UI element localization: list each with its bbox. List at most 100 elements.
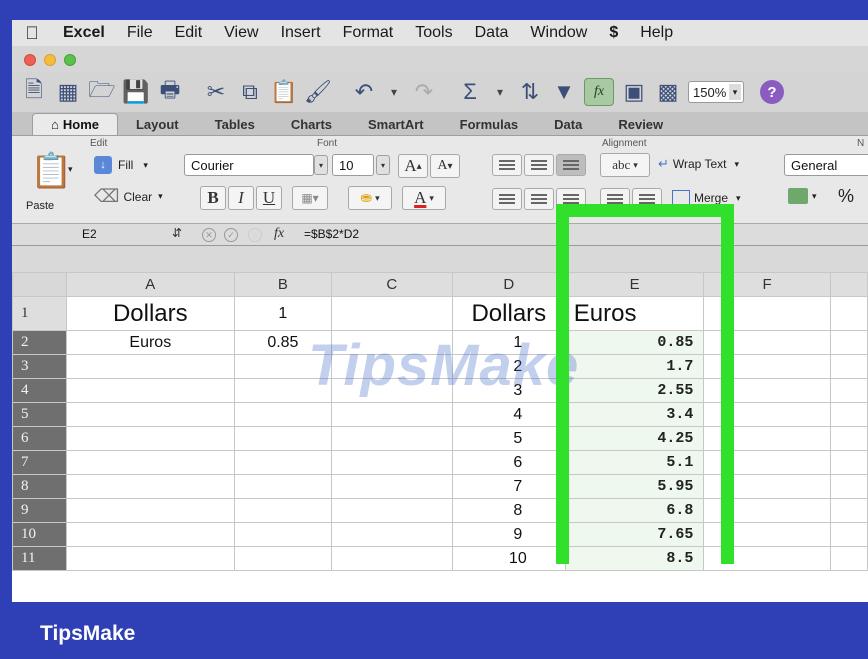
cell-c11[interactable] <box>330 546 453 571</box>
select-all-corner[interactable] <box>12 272 67 297</box>
cell-e10[interactable]: 7.65 <box>564 522 705 547</box>
cell-b8[interactable] <box>234 474 332 499</box>
percent-style-button[interactable]: % <box>838 186 854 207</box>
cell-a3[interactable] <box>65 354 236 379</box>
underline-button[interactable]: U <box>256 186 282 210</box>
cell-e9[interactable]: 6.8 <box>564 498 705 523</box>
cell-g8[interactable] <box>829 474 868 499</box>
cell-f9[interactable] <box>703 498 831 523</box>
tab-tables[interactable]: Tables <box>197 113 273 135</box>
cell-e7[interactable]: 5.1 <box>564 450 705 475</box>
print-icon[interactable]: 🖶 <box>156 77 184 107</box>
clear-button[interactable]: ⌫ Clear ▾ <box>94 186 163 207</box>
cell-a5[interactable] <box>65 402 236 427</box>
cell-c2[interactable] <box>330 330 453 355</box>
cell-g6[interactable] <box>829 426 868 451</box>
redo-icon[interactable]: ↷ <box>410 77 438 107</box>
cell-d8[interactable]: 7 <box>451 474 566 499</box>
new-workbook-icon[interactable]: 🗎 <box>20 77 48 107</box>
cell-g11[interactable] <box>829 546 868 571</box>
cell-f5[interactable] <box>703 402 831 427</box>
font-name-dropdown-icon[interactable]: ▾ <box>314 155 328 175</box>
column-header-e[interactable]: E <box>564 272 705 297</box>
row-header[interactable]: 8 <box>12 474 67 499</box>
cell-a7[interactable] <box>65 450 236 475</box>
cell-b3[interactable] <box>234 354 332 379</box>
align-middle-button[interactable] <box>524 154 554 176</box>
cell-b9[interactable] <box>234 498 332 523</box>
cell-e2[interactable]: 0.85 <box>564 330 705 355</box>
cell-e5[interactable]: 3.4 <box>564 402 705 427</box>
font-name-select[interactable]: Courier <box>184 154 314 176</box>
row-header[interactable]: 1 <box>12 296 67 331</box>
menu-insert[interactable]: Insert <box>270 24 332 42</box>
name-box[interactable]: E2 <box>82 227 97 241</box>
cell-g10[interactable] <box>829 522 868 547</box>
tab-charts[interactable]: Charts <box>273 113 350 135</box>
align-bottom-button[interactable] <box>556 154 586 176</box>
save-icon[interactable]: 💾 <box>122 77 150 107</box>
cell-c10[interactable] <box>330 522 453 547</box>
fill-color-button[interactable]: ⛂ ▾ <box>348 186 392 210</box>
cell-c5[interactable] <box>330 402 453 427</box>
formula-builder-button[interactable]: fx <box>584 78 614 106</box>
menu-help[interactable]: Help <box>629 24 684 42</box>
undo-icon[interactable]: ↶ <box>350 77 378 107</box>
align-left-button[interactable] <box>492 188 522 210</box>
number-format-icon[interactable]: ▾ <box>788 188 817 204</box>
cell-f2[interactable] <box>703 330 831 355</box>
cell-a1[interactable]: Dollars <box>65 296 236 331</box>
font-size-dropdown-icon[interactable]: ▾ <box>376 155 390 175</box>
cell-a8[interactable] <box>65 474 236 499</box>
cell-g1[interactable] <box>829 296 868 331</box>
filter-icon[interactable]: ▼ <box>550 77 578 107</box>
row-header[interactable]: 7 <box>12 450 67 475</box>
cell-f3[interactable] <box>703 354 831 379</box>
increase-indent-button[interactable] <box>632 188 662 210</box>
cell-f6[interactable] <box>703 426 831 451</box>
apple-icon[interactable]:  <box>12 23 52 44</box>
cell-d1[interactable]: Dollars <box>451 296 566 331</box>
cell-e11[interactable]: 8.5 <box>564 546 705 571</box>
cell-f10[interactable] <box>703 522 831 547</box>
cell-g2[interactable] <box>829 330 868 355</box>
cell-b5[interactable] <box>234 402 332 427</box>
decrease-indent-button[interactable] <box>600 188 630 210</box>
cell-f4[interactable] <box>703 378 831 403</box>
cell-b10[interactable] <box>234 522 332 547</box>
align-right-button[interactable] <box>556 188 586 210</box>
row-header[interactable]: 3 <box>12 354 67 379</box>
sort-icon[interactable]: ⇅ <box>516 77 544 107</box>
cell-f8[interactable] <box>703 474 831 499</box>
cell-g4[interactable] <box>829 378 868 403</box>
cell-d6[interactable]: 5 <box>451 426 566 451</box>
cell-g3[interactable] <box>829 354 868 379</box>
cell-b11[interactable] <box>234 546 332 571</box>
cell-c8[interactable] <box>330 474 453 499</box>
cell-g9[interactable] <box>829 498 868 523</box>
cell-e3[interactable]: 1.7 <box>564 354 705 379</box>
autosum-dropdown-icon[interactable]: ▾ <box>490 77 510 107</box>
menu-format[interactable]: Format <box>332 24 405 42</box>
cell-c4[interactable] <box>330 378 453 403</box>
cell-c7[interactable] <box>330 450 453 475</box>
cell-f7[interactable] <box>703 450 831 475</box>
tab-formulas[interactable]: Formulas <box>442 113 537 135</box>
autosum-icon[interactable]: Σ <box>456 77 484 107</box>
borders-button[interactable]: ▦▾ <box>292 186 328 210</box>
cell-a10[interactable] <box>65 522 236 547</box>
font-color-button[interactable]: A ▾ <box>402 186 446 210</box>
undo-dropdown-icon[interactable]: ▾ <box>384 77 404 107</box>
cell-d9[interactable]: 8 <box>451 498 566 523</box>
name-box-stepper-icon[interactable]: ⇵ <box>172 226 182 240</box>
menu-data[interactable]: Data <box>464 24 520 42</box>
fill-button[interactable]: ↓ Fill ▾ <box>94 156 148 174</box>
cell-a2[interactable]: Euros <box>65 330 236 355</box>
cell-b2[interactable]: 0.85 <box>234 330 332 355</box>
column-header-a[interactable]: A <box>65 272 236 297</box>
number-format-select[interactable]: General <box>784 154 868 176</box>
cell-c1[interactable] <box>330 296 453 331</box>
cell-b6[interactable] <box>234 426 332 451</box>
cell-f11[interactable] <box>703 546 831 571</box>
row-header[interactable]: 11 <box>12 546 67 571</box>
